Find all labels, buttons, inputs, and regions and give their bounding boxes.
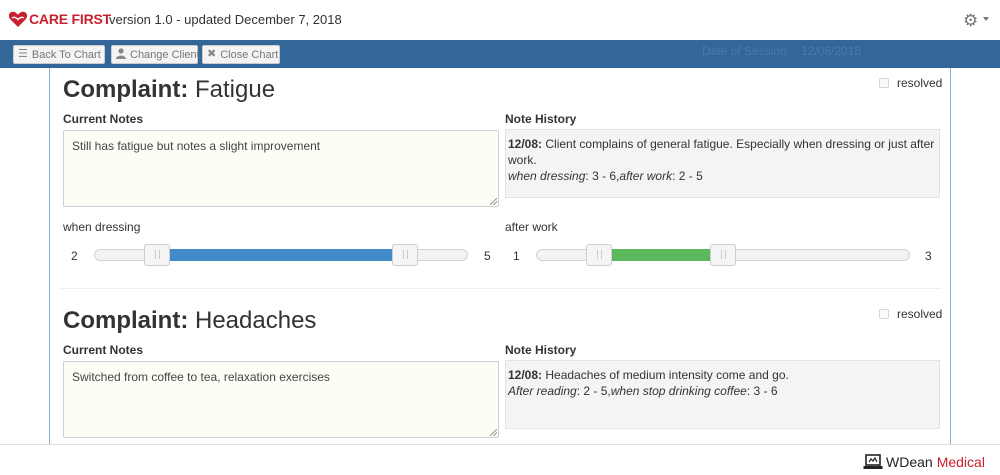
complaint-title: Complaint: Headaches: [63, 307, 316, 335]
resolved-checkbox[interactable]: resolved: [879, 76, 942, 90]
slider-label: when dressing: [63, 220, 141, 234]
back-to-chart-label: Back To Chart: [31, 48, 101, 61]
session-date-value: 12/08/2018: [801, 44, 862, 58]
slider-min: 2: [71, 249, 78, 263]
resize-handle[interactable]: [490, 429, 497, 436]
history-entry: 12/08: Headaches of medium intensity com…: [508, 367, 937, 383]
change-client-label: Change Client: [130, 48, 200, 61]
slider-min: 1: [513, 249, 520, 263]
complaint-label: Complaint:: [63, 76, 189, 103]
user-icon: [116, 47, 126, 62]
note-history-label: Note History: [505, 112, 577, 126]
app-footer: WDean Medical: [0, 444, 1000, 475]
app-header: CARE FIRST version 1.0 - updated Decembe…: [0, 0, 1000, 40]
range-slider-dressing[interactable]: [94, 244, 468, 266]
checkbox-box[interactable]: [879, 309, 889, 319]
resolved-label: resolved: [897, 307, 943, 321]
slider-handle-high[interactable]: [392, 244, 418, 266]
history-ratings: After reading: 2 - 5,when stop drinking …: [508, 384, 778, 398]
range-slider-after-work[interactable]: [536, 244, 910, 266]
rating-name: After reading: [508, 384, 577, 398]
footer-company: WDean: [886, 454, 933, 470]
slider-range: [157, 249, 405, 261]
brand-name: CARE FIRST: [29, 11, 112, 27]
history-text: Client complains of general fatigue. Esp…: [508, 137, 935, 167]
current-notes-textarea[interactable]: Switched from coffee to tea, relaxation …: [63, 361, 499, 438]
note-history-box: 12/08: Headaches of medium intensity com…: [505, 360, 940, 429]
current-notes-label: Current Notes: [63, 343, 144, 357]
close-chart-label: Close Chart: [220, 48, 279, 61]
resize-handle[interactable]: [490, 198, 497, 205]
rating-value: 2 - 5: [678, 169, 703, 183]
resolved-label: resolved: [897, 76, 943, 90]
section-divider: [61, 288, 941, 289]
change-client-button[interactable]: Change Client: [111, 45, 200, 64]
toolbar: ☰ Back To Chart Change Client ✖ Close Ch…: [0, 40, 1000, 68]
close-icon: ✖: [207, 48, 217, 60]
laptop-icon: [863, 454, 883, 469]
checkbox-box[interactable]: [879, 78, 889, 88]
slider-max: 3: [925, 249, 932, 263]
rating-name: when dressing: [508, 169, 586, 183]
complaint-name: Fatigue: [195, 76, 276, 103]
rating-value: 3 - 6: [753, 384, 778, 398]
complaint-name: Headaches: [195, 307, 317, 334]
history-ratings: when dressing: 3 - 6,after work: 2 - 5: [508, 169, 703, 183]
rating-name: when stop drinking coffee: [610, 384, 747, 398]
history-date: 12/08:: [508, 137, 543, 151]
footer-logo: WDean Medical: [863, 454, 985, 470]
current-notes-label: Current Notes: [63, 112, 144, 126]
history-text: Headaches of medium intensity come and g…: [545, 368, 789, 382]
note-history-label: Note History: [505, 343, 577, 357]
chevron-down-icon[interactable]: [983, 17, 989, 21]
app-logo: CARE FIRST: [8, 10, 111, 28]
note-history-box: 12/08: Client complains of general fatig…: [505, 129, 940, 198]
footer-company-suffix: Medical: [936, 454, 985, 470]
slider-handle-high[interactable]: [710, 244, 736, 266]
close-chart-button[interactable]: ✖ Close Chart: [202, 45, 280, 64]
back-to-chart-button[interactable]: ☰ Back To Chart: [13, 45, 105, 64]
resolved-checkbox[interactable]: resolved: [879, 307, 942, 321]
session-date-label: Date of Session: [702, 44, 787, 58]
complaints-panel: resolved Complaint: Fatigue Current Note…: [49, 68, 951, 444]
current-notes-textarea[interactable]: Still has fatigue but notes a slight imp…: [63, 130, 499, 207]
rating-name: after work: [619, 169, 673, 183]
current-notes-text: Switched from coffee to tea, relaxation …: [72, 370, 330, 384]
slider-range: [599, 249, 723, 261]
history-entry: 12/08: Client complains of general fatig…: [508, 136, 937, 168]
gear-icon[interactable]: ⚙: [963, 11, 978, 31]
history-date: 12/08:: [508, 368, 543, 382]
slider-handle-low[interactable]: [586, 244, 612, 266]
complaint-title: Complaint: Fatigue: [63, 76, 275, 104]
rating-value: 2 - 5: [583, 384, 608, 398]
rating-value: 3 - 6: [592, 169, 617, 183]
complaint-label: Complaint:: [63, 307, 189, 334]
list-icon: ☰: [18, 48, 28, 60]
slider-label: after work: [505, 220, 558, 234]
heart-hands-icon: [8, 11, 28, 27]
current-notes-text: Still has fatigue but notes a slight imp…: [72, 139, 321, 153]
slider-handle-low[interactable]: [144, 244, 170, 266]
version-text: version 1.0 - updated December 7, 2018: [109, 12, 342, 27]
slider-max: 5: [484, 249, 491, 263]
